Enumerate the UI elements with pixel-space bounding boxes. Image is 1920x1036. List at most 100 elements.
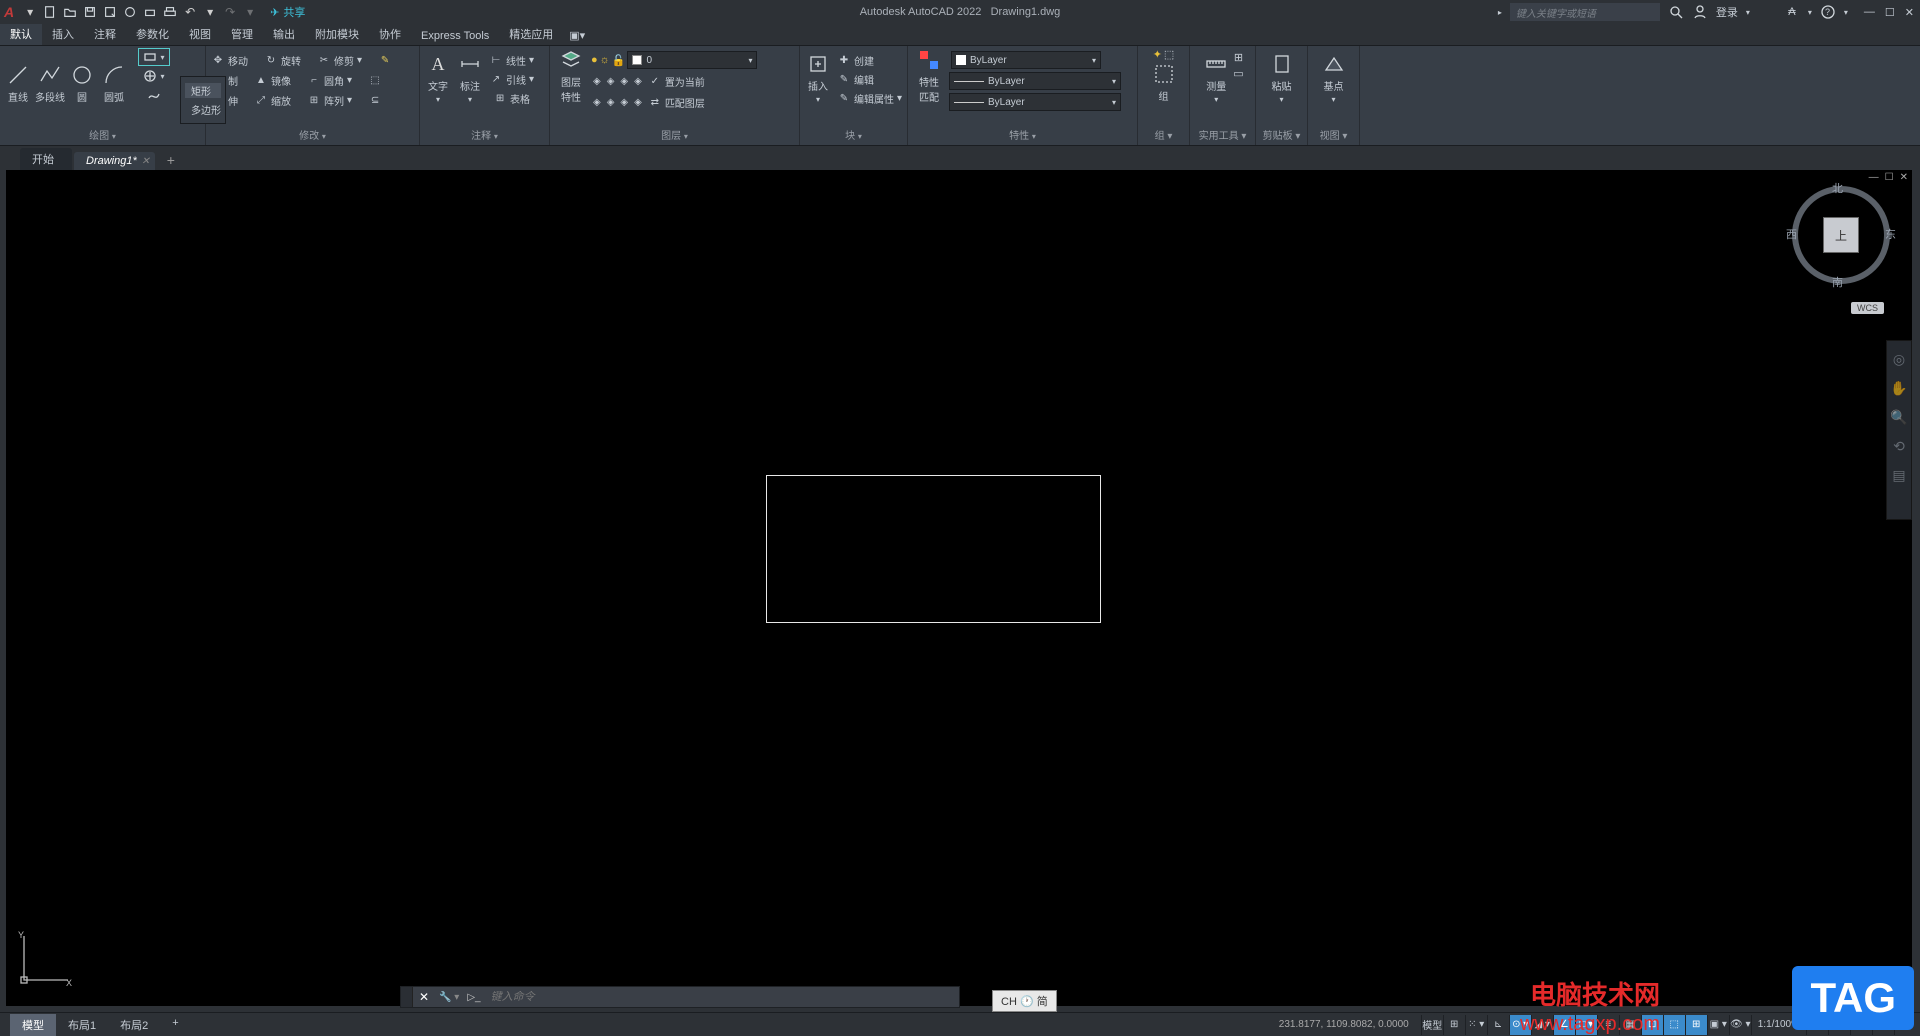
undo-icon[interactable]: ↶ xyxy=(181,3,199,21)
search-icon[interactable] xyxy=(1668,4,1684,20)
tab-addins[interactable]: 附加模块 xyxy=(305,21,369,45)
rectangle-button[interactable]: ▾ xyxy=(138,48,169,66)
lock-icon[interactable]: 🔓 xyxy=(612,54,626,67)
tab-start[interactable]: 开始 xyxy=(20,148,72,170)
tab-parametric[interactable]: 参数化 xyxy=(126,21,179,45)
layer-tool3[interactable]: ◈ xyxy=(618,72,630,90)
quickprops-icon[interactable]: ▣ ▾ xyxy=(1707,1015,1729,1035)
tab-manage[interactable]: 管理 xyxy=(221,21,263,45)
command-line[interactable]: ✕ 🔧 ▾ ▷_ xyxy=(400,986,960,1008)
wcs-label[interactable]: WCS xyxy=(1851,302,1884,314)
login-dropdown[interactable]: ▾ xyxy=(1746,8,1750,17)
close-icon[interactable]: ✕ xyxy=(1905,6,1914,19)
print-icon[interactable] xyxy=(161,3,179,21)
undo-dropdown[interactable]: ▾ xyxy=(201,3,219,21)
tab-default[interactable]: 默认 xyxy=(0,22,42,45)
block-edit[interactable]: ✎编辑 xyxy=(835,70,876,88)
rectangle-option[interactable]: 矩形 xyxy=(185,83,221,98)
group-button[interactable]: 组 xyxy=(1149,63,1179,103)
viewcube-west[interactable]: 西 xyxy=(1786,226,1797,242)
tab-collapse[interactable]: ▣▾ xyxy=(563,24,591,45)
new-icon[interactable] xyxy=(41,3,59,21)
drawing-canvas[interactable]: — ☐ ✕ 北 南 西 东 上 WCS ◎ ✋ 🔍 ⟲ ▤ YX xyxy=(6,170,1912,1006)
orbit-icon[interactable]: ⟲ xyxy=(1893,438,1905,455)
measure-button[interactable]: 测量▾ xyxy=(1201,48,1231,104)
vp-close[interactable]: ✕ xyxy=(1900,172,1908,183)
hatch-button[interactable]: ▾ xyxy=(141,67,166,85)
redo-dropdown[interactable]: ▾ xyxy=(241,3,259,21)
rotate-button[interactable]: ↻旋转 xyxy=(262,51,303,69)
viewcube-south[interactable]: 南 xyxy=(1832,274,1843,290)
tab-view[interactable]: 视图 xyxy=(179,21,221,45)
linear-button[interactable]: ⊢线性 ▾ xyxy=(487,51,536,69)
block-attedit[interactable]: ✎编辑属性 ▾ xyxy=(835,89,904,107)
layer-tool5[interactable]: ◈ xyxy=(591,93,603,111)
array-button[interactable]: ⊞阵列 ▾ xyxy=(305,91,354,109)
dyninput-icon[interactable]: ⊞ xyxy=(1685,1015,1707,1035)
pan-icon[interactable]: ✋ xyxy=(1890,380,1907,397)
command-input[interactable] xyxy=(485,991,959,1003)
tab-collab[interactable]: 协作 xyxy=(369,21,411,45)
explode-button[interactable]: ⬚ xyxy=(366,71,384,89)
menu-dropdown[interactable]: ▾ xyxy=(21,3,39,21)
tab-annotate[interactable]: 注释 xyxy=(84,21,126,45)
matchprop-button[interactable]: 特性 匹配 xyxy=(911,48,947,104)
base-button[interactable]: 基点▾ xyxy=(1319,48,1349,104)
color-dropdown[interactable]: ByLayer▾ xyxy=(951,51,1101,69)
viewcube-east[interactable]: 东 xyxy=(1885,226,1896,242)
layer-tool4[interactable]: ◈ xyxy=(632,72,644,90)
panel-layers-label[interactable]: 图层 ▾ xyxy=(553,129,796,145)
saveas-icon[interactable] xyxy=(101,3,119,21)
cmdline-recent[interactable]: 🔧 ▾ xyxy=(435,992,463,1003)
offset-button[interactable]: ⊆ xyxy=(366,91,384,109)
layer-tool8[interactable]: ◈ xyxy=(632,93,644,111)
table-button[interactable]: ⊞表格 xyxy=(491,89,532,107)
open-icon[interactable] xyxy=(61,3,79,21)
text-button[interactable]: A文字▾ xyxy=(423,48,453,104)
layer-tool6[interactable]: ◈ xyxy=(605,93,617,111)
cmdline-grip[interactable] xyxy=(401,987,413,1007)
tab-featured[interactable]: 精选应用 xyxy=(499,21,563,45)
tab-drawing1[interactable]: Drawing1*✕ xyxy=(74,152,155,170)
scale-button[interactable]: ⤢缩放 xyxy=(252,91,293,109)
ortho-icon[interactable]: ⊾ xyxy=(1487,1015,1509,1035)
layout-2[interactable]: 布局2 xyxy=(108,1014,160,1036)
grid-icon[interactable]: ⊞ xyxy=(1443,1015,1465,1035)
layer-dropdown[interactable]: 0▾ xyxy=(627,51,757,69)
panel-draw-label[interactable]: 绘图 ▾ xyxy=(3,129,202,145)
close-tab-icon[interactable]: ✕ xyxy=(141,156,149,167)
dimension-button[interactable]: 标注▾ xyxy=(455,48,485,104)
panel-annot-label[interactable]: 注释 ▾ xyxy=(423,129,546,145)
app-exchange-icon[interactable]: ₳ xyxy=(1784,4,1800,20)
login-label[interactable]: 登录 xyxy=(1716,4,1738,20)
setlayer-button[interactable]: ✓置为当前 xyxy=(646,72,707,90)
annomonitor-icon[interactable]: 👁 ▾ xyxy=(1729,1015,1751,1035)
panel-util-label[interactable]: 实用工具 ▾ xyxy=(1193,129,1252,145)
zoom-icon[interactable]: 🔍 xyxy=(1890,409,1907,426)
circle-button[interactable]: 圆 xyxy=(67,48,97,104)
tab-express[interactable]: Express Tools xyxy=(411,25,499,45)
web-icon[interactable] xyxy=(121,3,139,21)
erase-button[interactable]: ✎ xyxy=(376,51,394,69)
polyline-button[interactable]: 多段线 xyxy=(35,48,65,104)
search-input[interactable]: 键入关键字或短语 xyxy=(1510,3,1660,21)
maximize-icon[interactable]: ☐ xyxy=(1885,6,1895,19)
select-icon[interactable]: ▭ xyxy=(1233,67,1243,80)
layout-add[interactable]: + xyxy=(160,1014,190,1036)
layer-tool1[interactable]: ◈ xyxy=(591,72,603,90)
cmdline-close[interactable]: ✕ xyxy=(413,990,435,1004)
minimize-icon[interactable]: — xyxy=(1864,6,1875,19)
tab-output[interactable]: 输出 xyxy=(263,21,305,45)
view-cube[interactable]: 北 南 西 东 上 xyxy=(1786,180,1896,290)
linetype-dropdown[interactable]: ByLayer▾ xyxy=(949,93,1121,111)
panel-modify-label[interactable]: 修改 ▾ xyxy=(209,129,416,145)
layer-tool2[interactable]: ◈ xyxy=(605,72,617,90)
group-icon1[interactable]: ✦ xyxy=(1153,48,1162,61)
calc-icon[interactable]: ⊞ xyxy=(1234,51,1243,64)
search-dropdown[interactable]: ▸ xyxy=(1498,8,1502,17)
showmotion-icon[interactable]: ▤ xyxy=(1892,467,1905,484)
arc-button[interactable]: 圆弧 xyxy=(99,48,129,104)
fillet-button[interactable]: ⌐圆角 ▾ xyxy=(305,71,354,89)
trim-button[interactable]: ✂修剪 ▾ xyxy=(315,51,364,69)
mirror-button[interactable]: ▲镜像 xyxy=(252,71,293,89)
